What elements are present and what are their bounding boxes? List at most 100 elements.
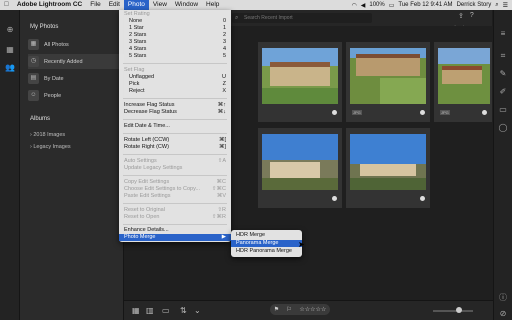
left-icon-strip: ⊕ ▦ 👥 [0, 10, 20, 320]
edited-badge-icon [420, 196, 425, 201]
menu-separator [123, 63, 227, 64]
detail-view-icon[interactable]: ▭ [162, 306, 170, 315]
photo-thumbnail[interactable]: JPG [434, 42, 492, 122]
menu-rating-1[interactable]: 1 Star 1 [119, 25, 231, 32]
menu-help[interactable]: Help [202, 0, 223, 10]
apple-menu-icon[interactable]:  [0, 0, 13, 10]
menu-rating-none[interactable]: None 0 [119, 18, 231, 25]
shared-icon[interactable]: 👥 [4, 62, 16, 74]
radial-icon[interactable]: ◯ [497, 122, 509, 134]
wifi-icon[interactable]: ◠ [352, 2, 357, 9]
photo-thumbnail[interactable] [346, 128, 430, 208]
zoom-slider-knob[interactable] [456, 307, 462, 313]
crop-icon[interactable]: ⌗ [497, 50, 509, 62]
photo-image [350, 48, 426, 104]
photo-thumbnail[interactable] [258, 128, 342, 208]
menu-rating-5[interactable]: 5 Stars 5 [119, 53, 231, 60]
gradient-icon[interactable]: ▭ [497, 104, 509, 116]
submenu-arrow-icon: ▶ [221, 234, 226, 240]
photo-grid-icon[interactable]: ▥ [146, 306, 154, 315]
menu-set-rating: Set Rating [124, 11, 150, 17]
menu-flag-unflagged[interactable]: Unflagged U [119, 74, 231, 81]
help-icon[interactable]: ? [470, 12, 474, 20]
menu-hdr-merge[interactable]: HDR Merge [231, 232, 302, 239]
clock[interactable]: Tue Feb 12 9:41 AM [398, 2, 452, 8]
flag-reject-icon[interactable]: ⚐ [287, 306, 292, 313]
battery-icon[interactable]: ▭ [389, 2, 395, 9]
menu-separator [123, 203, 227, 204]
menu-increase-flag[interactable]: Increase Flag Status ⌘↑ [119, 102, 231, 109]
menu-separator [123, 119, 227, 120]
right-icon-strip: ≡ ⌗ ✎ ✐ ▭ ◯ ⓘ ⊘ [493, 10, 512, 320]
menu-rating-2[interactable]: 2 Stars 2 [119, 32, 231, 39]
status-area: ◠ ◀ 100% ▭ Tue Feb 12 9:41 AM Derrick St… [352, 2, 512, 9]
menu-file[interactable]: File [86, 0, 104, 10]
search-input[interactable]: ⌕ Search Recent Import [232, 13, 372, 23]
spotlight-icon[interactable]: ⌕ [495, 2, 498, 9]
menu-separator [123, 133, 227, 134]
menu-rotate-right[interactable]: Rotate Right (CW) ⌘] [119, 144, 231, 151]
nav-label: All Photos [44, 41, 69, 48]
jpg-tag: JPG [352, 110, 362, 115]
menu-hdr-panorama-merge[interactable]: HDR Panorama Merge [231, 248, 302, 255]
menu-edit[interactable]: Edit [105, 0, 124, 10]
photo-thumbnail[interactable]: JPG [346, 42, 430, 122]
nav-label: Recently Added [44, 58, 83, 65]
all-photos-icon: ▦ [28, 39, 39, 50]
menu-separator [123, 98, 227, 99]
menu-decrease-flag[interactable]: Decrease Flag Status ⌘↓ [119, 109, 231, 116]
menu-photo-merge[interactable]: Photo Merge ▶ [119, 234, 231, 241]
edited-badge-icon [332, 196, 337, 201]
left-panel: My Photos ▦ All Photos ◷ Recently Added … [20, 10, 138, 320]
photo-image [350, 134, 426, 190]
add-photos-icon[interactable]: ⊕ [4, 24, 16, 36]
nav-label: People [44, 92, 62, 99]
menu-bar:  Adobe Lightroom CC File Edit Photo Vie… [0, 0, 512, 10]
menu-view[interactable]: View [149, 0, 171, 10]
menu-edit-date[interactable]: Edit Date & Time... [119, 123, 231, 130]
album-2018-images[interactable]: › 2018 Images [30, 132, 65, 138]
menu-auto-settings: Auto Settings ⇧A [124, 158, 226, 164]
photo-image [262, 134, 338, 190]
flag-pick-icon[interactable]: ⚑ [274, 306, 279, 313]
menu-app[interactable]: Adobe Lightroom CC [13, 0, 86, 10]
notification-icon[interactable]: ☰ [503, 2, 508, 9]
square-grid-icon[interactable]: ▦ [132, 306, 140, 315]
sort-icon[interactable]: ⇅ [180, 306, 187, 315]
brush-icon[interactable]: ✐ [497, 86, 509, 98]
menu-reset-original: Reset to Original ⇧R [124, 207, 226, 213]
user-name[interactable]: Derrick Story [457, 2, 492, 8]
menu-flag-reject[interactable]: Reject X [119, 88, 231, 95]
menu-set-flag: Set Flag [124, 67, 145, 73]
photo-thumbnail[interactable] [258, 42, 342, 122]
my-photos-icon[interactable]: ▦ [4, 44, 16, 56]
share-icon[interactable]: ⇪ [458, 12, 464, 20]
battery-percent[interactable]: 100% [369, 2, 384, 8]
menu-enhance-details[interactable]: Enhance Details... [119, 227, 231, 234]
healing-icon[interactable]: ✎ [497, 68, 509, 80]
menu-rating-3[interactable]: 3 Stars 3 [119, 39, 231, 46]
photo-image [438, 48, 490, 104]
edit-sliders-icon[interactable]: ≡ [497, 28, 509, 40]
toolbar-icons: ⇪ ? [458, 12, 474, 20]
menu-flag-pick[interactable]: Pick Z [119, 81, 231, 88]
recent-icon: ◷ [28, 56, 39, 67]
menu-photo[interactable]: Photo [123, 0, 149, 10]
info-icon[interactable]: ⓘ [497, 292, 509, 304]
zoom-slider[interactable] [433, 310, 473, 312]
volume-icon[interactable]: ◀ [361, 2, 366, 9]
menu-copy-edit: Copy Edit Settings ⌘C [124, 179, 226, 185]
nav-label: By Date [44, 75, 64, 82]
panel-heading: My Photos [30, 24, 59, 30]
menu-rating-4[interactable]: 4 Stars 4 [119, 46, 231, 53]
star-rating-icon[interactable]: ☆☆☆☆☆ [299, 306, 326, 313]
menu-window[interactable]: Window [171, 0, 202, 10]
menu-rotate-left[interactable]: Rotate Left (CCW) ⌘[ [119, 137, 231, 144]
tag-icon[interactable]: ⊘ [497, 308, 509, 320]
photo-image [262, 48, 338, 104]
album-legacy-images[interactable]: › Legacy Images [30, 144, 71, 150]
edited-badge-icon [420, 110, 425, 115]
menu-panorama-merge[interactable]: Panorama Merge [231, 240, 302, 247]
mouse-pointer-icon: ➤ [298, 240, 305, 249]
sort-dropdown-icon[interactable]: ⌄ [194, 306, 201, 315]
